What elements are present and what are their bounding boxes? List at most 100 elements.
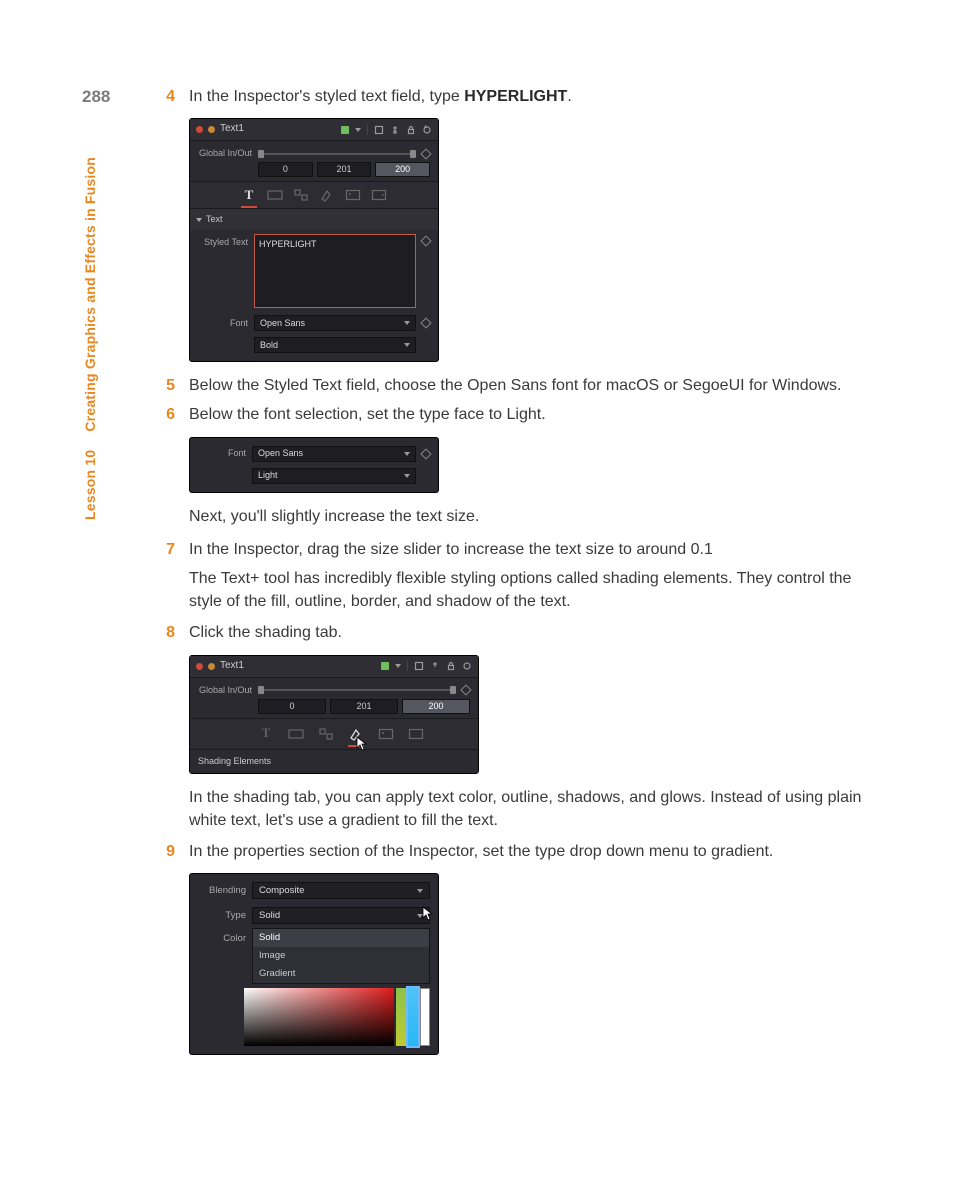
type-label: Type [198,909,246,923]
step-text: In the Inspector, drag the size slider t… [189,538,875,561]
shading-tab-icon[interactable] [319,188,335,202]
blending-select[interactable]: Composite [252,882,430,899]
step-number: 5 [155,374,189,397]
view-dot-icon[interactable] [208,663,215,670]
lesson-title: Creating Graphics and Effects in Fusion [82,157,98,432]
font-select[interactable]: Open Sans [254,315,416,331]
styled-text-row: Styled Text HYPERLIGHT [190,230,438,312]
range-values: 0 201 200 [190,162,438,181]
color-swatch-icon[interactable] [381,662,389,670]
color-swatch-icon[interactable] [341,126,349,134]
type-option-image[interactable]: Image [253,947,429,965]
chevron-down-icon[interactable] [395,664,401,668]
hue-slider-selected[interactable] [408,988,418,1046]
chevron-down-icon [404,321,410,325]
range-mid-input[interactable]: 201 [330,699,398,714]
keyframe-icon[interactable] [420,448,431,459]
styled-text-input[interactable]: HYPERLIGHT [254,234,416,308]
step-text: In the properties section of the Inspect… [189,840,875,863]
type-select[interactable]: Solid [252,907,430,924]
lock-icon[interactable] [446,661,456,671]
text-tab-icon[interactable]: T [241,188,257,202]
range-mid-input[interactable]: 201 [317,162,372,177]
font-select[interactable]: Open Sans [252,446,416,462]
layout-tab-icon[interactable] [267,188,283,202]
weight-select[interactable]: Light [252,468,416,484]
global-inout-row: Global In/Out [190,141,438,162]
reset-icon[interactable] [462,661,472,671]
pin-icon[interactable] [430,661,440,671]
range-values: 0 201 200 [190,699,478,718]
range-slider[interactable] [258,153,416,155]
paragraph: Next, you'll slightly increase the text … [189,505,875,528]
new-window-icon[interactable] [374,125,384,135]
type-dropdown-panel: Blending Composite Type Solid Color Soli… [189,873,439,1054]
panel-title: Text1 [220,659,244,674]
keyframe-icon[interactable] [420,318,431,329]
type-option-solid[interactable]: Solid [253,929,429,947]
type-options-dropdown: Solid Image Gradient [252,928,430,983]
font-label: Font [198,317,248,330]
keyframe-icon[interactable] [460,684,471,695]
step-text: Click the shading tab. [189,621,875,644]
image-tab-icon[interactable] [345,188,361,202]
view-dot-icon[interactable] [208,126,215,133]
pin-icon[interactable] [390,125,400,135]
step-8: 8 Click the shading tab. [155,621,875,644]
disclosure-triangle-icon [196,218,202,222]
lock-icon[interactable] [406,125,416,135]
panel-header: Text1 [190,656,478,678]
text-tab-icon[interactable]: T [258,727,274,741]
step-6: 6 Below the font selection, set the type… [155,403,875,426]
styled-text-label: Styled Text [198,234,248,249]
lesson-number: Lesson 10 [82,450,98,520]
panel-title: Text1 [220,122,244,137]
step-number: 4 [155,85,189,108]
color-label: Color [198,928,246,946]
font-label: Font [198,447,246,460]
range-start-input[interactable]: 0 [258,162,313,177]
transform-tab-icon[interactable] [293,188,309,202]
type-option-gradient[interactable]: Gradient [253,965,429,983]
layout-tab-icon[interactable] [288,727,304,741]
weight-select[interactable]: Bold [254,337,416,353]
keyframe-icon[interactable] [420,236,431,247]
global-inout-label: Global In/Out [198,684,252,697]
transform-tab-icon[interactable] [318,727,334,741]
inspector-panel-shading: Text1 Global In/Out 0 201 200 T [189,655,479,774]
image-tab-icon[interactable] [378,727,394,741]
hue-slider[interactable] [396,988,406,1046]
settings-tab-icon[interactable] [408,727,424,741]
global-inout-label: Global In/Out [198,147,252,160]
type-row: Type Solid [190,903,438,928]
step-5: 5 Below the Styled Text field, choose th… [155,374,875,397]
new-window-icon[interactable] [414,661,424,671]
alpha-slider[interactable] [420,988,430,1046]
chevron-down-icon [404,343,410,347]
range-start-input[interactable]: 0 [258,699,326,714]
chevron-down-icon[interactable] [355,128,361,132]
page-number: 288 [82,85,110,110]
sidebar-lesson-label: Lesson 10 Creating Graphics and Effects … [80,157,100,520]
weight-row: Light [190,465,438,492]
chevron-down-icon [417,889,423,893]
reset-icon[interactable] [422,125,432,135]
enable-dot-icon[interactable] [196,663,203,670]
keyframe-icon[interactable] [420,148,431,159]
inspector-tab-row: T [190,718,478,750]
enable-dot-icon[interactable] [196,126,203,133]
cursor-icon [422,906,434,922]
color-picker[interactable] [244,988,430,1046]
range-end-input[interactable]: 200 [375,162,430,177]
global-inout-row: Global In/Out [190,678,478,699]
content-column: 4 In the Inspector's styled text field, … [155,85,875,1067]
range-slider[interactable] [258,689,456,691]
step-9: 9 In the properties section of the Inspe… [155,840,875,863]
range-end-input[interactable]: 200 [402,699,470,714]
font-row: Font Open Sans [190,312,438,334]
gradient-area[interactable] [244,988,394,1046]
text-section-header[interactable]: Text [190,209,438,230]
font-row: Font Open Sans [190,438,438,465]
settings-tab-icon[interactable] [371,188,387,202]
font-panel: Font Open Sans Light [189,437,439,493]
